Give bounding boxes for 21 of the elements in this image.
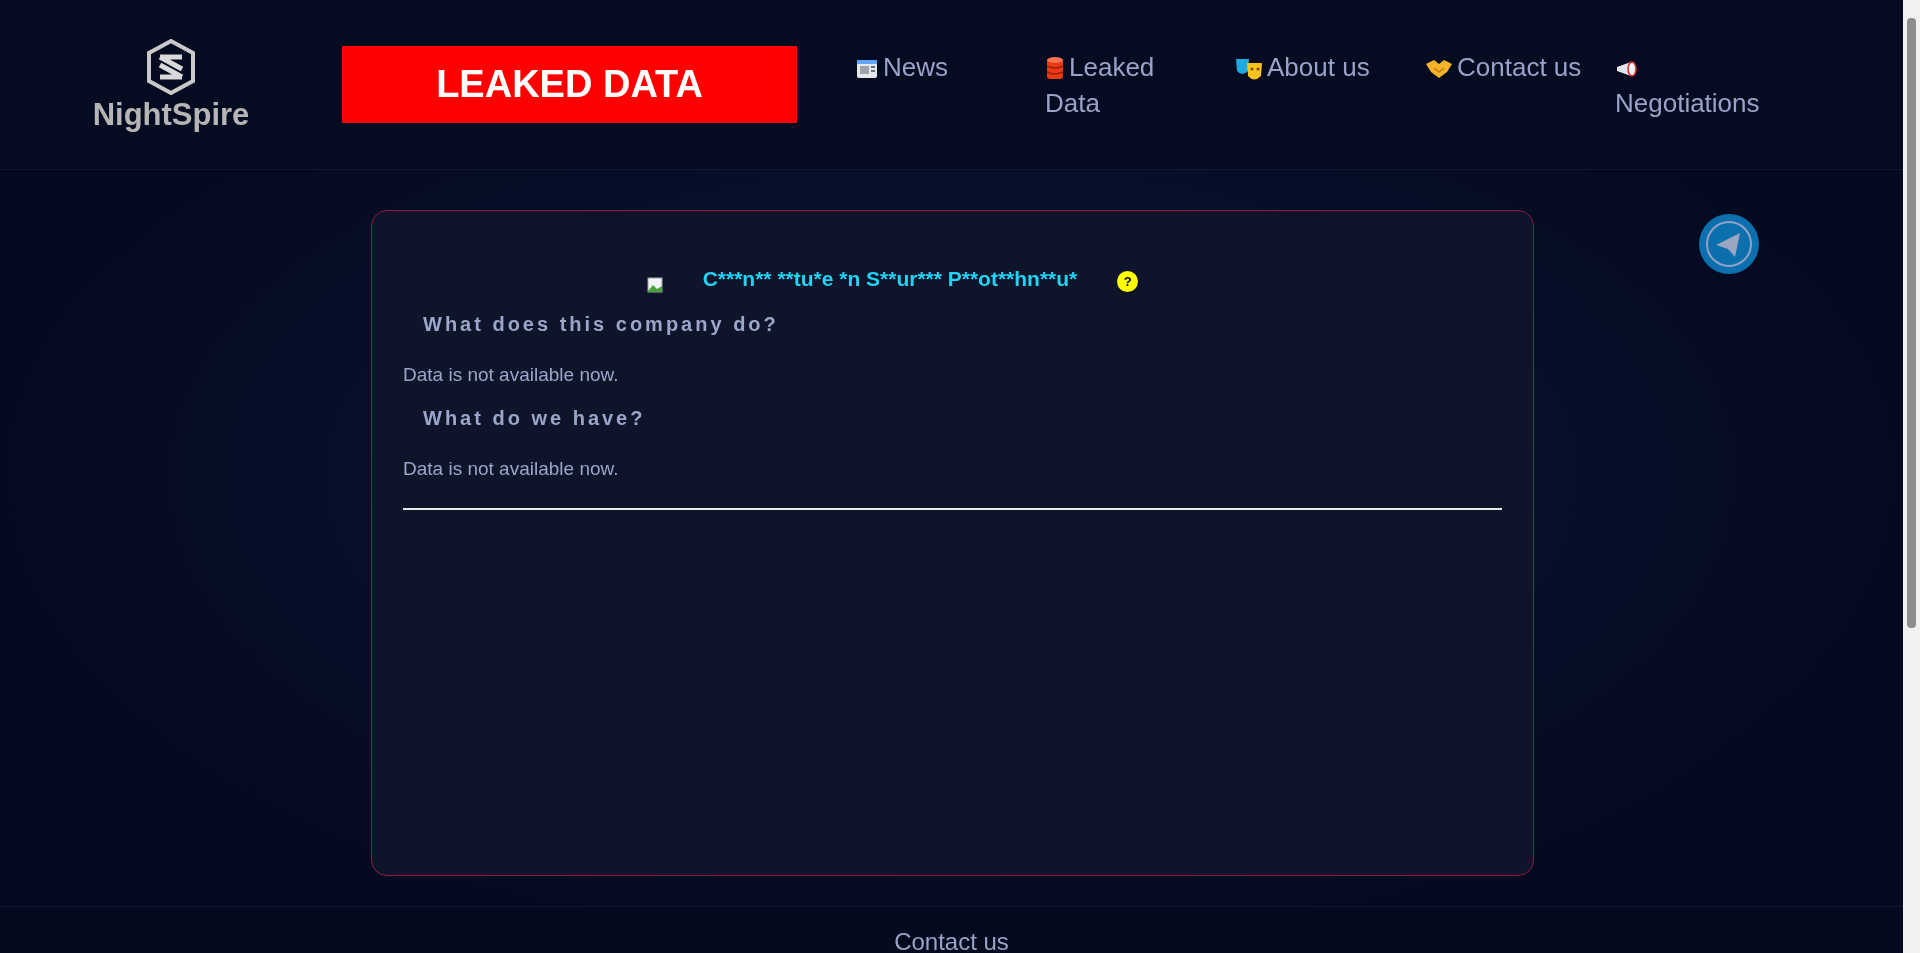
logo-icon [146,39,196,95]
section-heading: What do we have? [423,406,647,431]
nav-link[interactable]: Leaked Data [1045,48,1235,121]
database-icon [1045,55,1065,82]
nav-link[interactable]: Negotiations [1615,48,1785,121]
logo-text: NightSpire [92,99,250,130]
paper-plane-icon [1704,219,1754,269]
section-heading: What does this company do? [423,311,780,337]
scrollbar[interactable] [1903,0,1920,953]
telegram-button[interactable] [1699,214,1759,274]
nav-link[interactable]: News [855,48,1045,121]
company-title: C***n** **tu*e *n S**ur*** P**ot**hn**u* [702,266,1078,292]
handshake-icon [1425,57,1453,80]
section-text: Data is not available now. [403,457,620,481]
broken-image-icon [646,277,663,293]
leaked-data-banner[interactable]: LEAKED DATA [342,46,797,123]
footer-contact-link[interactable]: Contact us [894,927,1009,953]
help-badge[interactable]: ? [1117,271,1139,292]
section-text: Data is not available now. [403,362,620,387]
nav-link[interactable]: Contact us [1425,48,1615,121]
nav-link[interactable]: About us [1235,48,1425,121]
